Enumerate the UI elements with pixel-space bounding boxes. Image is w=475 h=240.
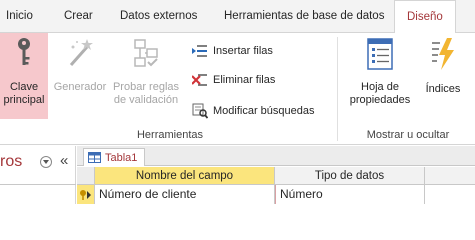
data-type-cell[interactable]: Número xyxy=(275,185,425,204)
modify-lookups-label: Modificar búsquedas xyxy=(213,105,315,117)
row-selector-header xyxy=(77,167,95,185)
delete-rows-icon xyxy=(192,74,207,86)
property-sheet-label-1: Hoja de xyxy=(361,81,399,93)
generator-label: Generador xyxy=(53,81,107,93)
tab-crear[interactable]: Crear xyxy=(64,0,93,33)
insert-rows-icon xyxy=(192,45,207,57)
chevron-down-icon xyxy=(43,160,49,164)
description-cell[interactable] xyxy=(425,185,475,204)
property-sheet-icon xyxy=(367,38,393,70)
field-name-cell[interactable]: Número de cliente xyxy=(95,185,275,204)
tab-herramientas-bd[interactable]: Herramientas de base de datos xyxy=(224,0,384,33)
generator-button[interactable]: Generador xyxy=(51,33,109,119)
delete-rows-label: Eliminar filas xyxy=(213,74,276,86)
document-tab-strip: Tabla1 xyxy=(77,146,475,166)
indexes-label: Índices xyxy=(425,83,461,95)
lookup-icon xyxy=(192,103,208,119)
group-label-show-hide: Mostrar u ocultar xyxy=(366,129,450,141)
primary-key-row-icon xyxy=(79,189,91,200)
key-icon xyxy=(18,38,30,65)
group-label-tools: Herramientas xyxy=(136,129,204,141)
navigation-pane: ros « xyxy=(0,146,76,204)
column-header-description xyxy=(425,167,475,185)
tab-datos-externos[interactable]: Datos externos xyxy=(120,0,197,33)
tab-inicio[interactable]: Inicio xyxy=(6,0,33,33)
ribbon-tab-bar: Inicio Crear Datos externos Herramientas… xyxy=(0,0,475,34)
test-rules-label-2: de validación xyxy=(113,94,179,106)
collapse-pane-button[interactable]: « xyxy=(60,152,68,169)
test-validation-rules-button[interactable]: Probar reglas de validación xyxy=(110,33,182,119)
indexes-lightning-icon xyxy=(432,38,454,70)
column-header-data-type[interactable]: Tipo de datos xyxy=(275,167,425,185)
primary-key-button[interactable]: Clave principal xyxy=(0,33,48,119)
delete-rows-button[interactable]: Eliminar filas xyxy=(192,70,275,90)
insert-rows-button[interactable]: Insertar filas xyxy=(192,41,273,61)
primary-key-label-2: principal xyxy=(3,94,45,106)
group-separator xyxy=(337,37,338,141)
nav-pane-title: ros xyxy=(0,153,23,170)
document-tab-label: Tabla1 xyxy=(105,151,138,164)
modify-lookups-button[interactable]: Modificar búsquedas xyxy=(192,101,315,121)
column-header-field-name[interactable]: Nombre del campo xyxy=(95,167,275,185)
wand-icon xyxy=(69,39,93,66)
validation-flow-icon xyxy=(134,39,158,67)
property-sheet-button[interactable]: Hoja de propiedades xyxy=(346,33,414,119)
row-selector-primary-key[interactable] xyxy=(77,185,95,204)
test-rules-label-1: Probar reglas xyxy=(112,81,180,93)
insert-rows-label: Insertar filas xyxy=(213,45,273,57)
property-sheet-label-2: propiedades xyxy=(349,94,411,106)
document-tab-tabla1[interactable]: Tabla1 xyxy=(83,148,145,166)
table-icon xyxy=(88,152,101,163)
primary-key-label-1: Clave xyxy=(9,81,39,93)
search-box[interactable] xyxy=(0,184,76,204)
nav-pane-menu-button[interactable] xyxy=(40,156,52,168)
ribbon-panel: Clave principal Generador Probar reglas … xyxy=(0,33,475,145)
indexes-button[interactable]: Índices xyxy=(418,33,468,119)
tab-diseno[interactable]: Diseño xyxy=(394,0,456,34)
